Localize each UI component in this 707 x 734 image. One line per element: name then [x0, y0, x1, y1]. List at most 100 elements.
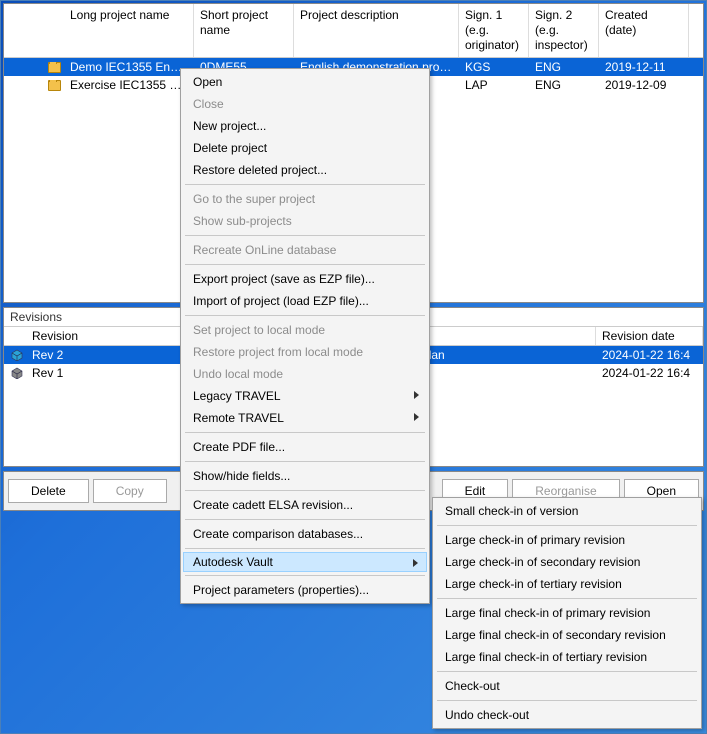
menu-item[interactable]: Import of project (load EZP file)... — [183, 290, 427, 312]
delete-button[interactable]: Delete — [8, 479, 89, 503]
folder-icon — [44, 80, 64, 91]
col-sign1[interactable]: Sign. 1 (e.g. originator) — [459, 4, 529, 57]
menu-item[interactable]: Autodesk Vault — [183, 552, 427, 572]
menu-item[interactable]: Create cadett ELSA revision... — [183, 494, 427, 516]
cell-sign2: ENG — [529, 60, 599, 74]
cell-created: 2019-12-09 — [599, 78, 689, 92]
folder-icon — [44, 62, 64, 73]
menu-item-label: Import of project (load EZP file)... — [193, 294, 369, 308]
menu-item[interactable]: Export project (save as EZP file)... — [183, 268, 427, 290]
menu-item-label: Large final check-in of secondary revisi… — [445, 628, 666, 642]
copy-button: Copy — [93, 479, 167, 503]
menu-separator — [185, 315, 425, 316]
menu-item-label: Recreate OnLine database — [193, 243, 336, 257]
menu-item-label: Show sub-projects — [193, 214, 292, 228]
menu-item-label: Legacy TRAVEL — [193, 389, 281, 403]
menu-item[interactable]: Large final check-in of tertiary revisio… — [435, 646, 699, 668]
package-icon — [8, 367, 26, 379]
cell-long-name: Demo IEC1355 English — [64, 60, 194, 74]
menu-item-label: Create comparison databases... — [193, 527, 363, 541]
menu-item-label: New project... — [193, 119, 266, 133]
menu-item[interactable]: Large check-in of primary revision — [435, 529, 699, 551]
menu-separator — [185, 264, 425, 265]
menu-separator — [185, 575, 425, 576]
menu-separator — [185, 432, 425, 433]
menu-item: Go to the super project — [183, 188, 427, 210]
menu-item[interactable]: Remote TRAVEL — [183, 407, 427, 429]
menu-separator — [185, 184, 425, 185]
cell-rev-date: 2024-01-22 16:4 — [596, 348, 703, 362]
menu-item-label: Large check-in of secondary revision — [445, 555, 640, 569]
menu-item[interactable]: Create comparison databases... — [183, 523, 427, 545]
menu-item-label: Delete project — [193, 141, 267, 155]
menu-item-label: Large final check-in of primary revision — [445, 606, 650, 620]
menu-separator — [185, 235, 425, 236]
cell-rev-date: 2024-01-22 16:4 — [596, 366, 703, 380]
menu-item: Show sub-projects — [183, 210, 427, 232]
menu-item-label: Check-out — [445, 679, 500, 693]
menu-item: Close — [183, 93, 427, 115]
cell-sign1: KGS — [459, 60, 529, 74]
cell-sign1: LAP — [459, 78, 529, 92]
menu-item[interactable]: Check-out — [435, 675, 699, 697]
menu-item-label: Open — [193, 75, 222, 89]
menu-item-label: Undo check-out — [445, 708, 529, 722]
menu-item-label: Autodesk Vault — [193, 555, 273, 569]
col-short-name[interactable]: Short project name — [194, 4, 294, 57]
menu-item-label: Large check-in of primary revision — [445, 533, 625, 547]
package-icon — [8, 349, 26, 361]
menu-item[interactable]: Delete project — [183, 137, 427, 159]
menu-separator — [185, 519, 425, 520]
menu-item-label: Set project to local mode — [193, 323, 325, 337]
menu-item-label: Create PDF file... — [193, 440, 285, 454]
menu-item: Set project to local mode — [183, 319, 427, 341]
menu-separator — [437, 671, 697, 672]
menu-item-label: Undo local mode — [193, 367, 283, 381]
col-created[interactable]: Created (date) — [599, 4, 689, 57]
col-rev-date[interactable]: Revision date — [596, 327, 703, 345]
menu-item-label: Large check-in of tertiary revision — [445, 577, 622, 591]
col-sign2[interactable]: Sign. 2 (e.g. inspector) — [529, 4, 599, 57]
menu-item[interactable]: New project... — [183, 115, 427, 137]
menu-separator — [437, 700, 697, 701]
menu-item[interactable]: Undo check-out — [435, 704, 699, 726]
menu-item[interactable]: Create PDF file... — [183, 436, 427, 458]
menu-item-label: Large final check-in of tertiary revisio… — [445, 650, 647, 664]
menu-item[interactable]: Large final check-in of secondary revisi… — [435, 624, 699, 646]
menu-item[interactable]: Restore deleted project... — [183, 159, 427, 181]
menu-separator — [185, 461, 425, 462]
menu-item[interactable]: Project parameters (properties)... — [183, 579, 427, 601]
cell-created: 2019-12-11 — [599, 60, 689, 74]
menu-item-label: Create cadett ELSA revision... — [193, 498, 353, 512]
col-description[interactable]: Project description — [294, 4, 459, 57]
project-context-menu[interactable]: Open Close New project... Delete project Res… — [180, 68, 430, 604]
menu-separator — [437, 525, 697, 526]
menu-item-label: Remote TRAVEL — [193, 411, 284, 425]
menu-item: Restore project from local mode — [183, 341, 427, 363]
menu-item[interactable]: Open — [183, 71, 427, 93]
menu-separator — [185, 490, 425, 491]
menu-item-label: Go to the super project — [193, 192, 315, 206]
menu-separator — [185, 548, 425, 549]
menu-item[interactable]: Small check-in of version — [435, 500, 699, 522]
menu-item-label: Export project (save as EZP file)... — [193, 272, 375, 286]
menu-item-label: Project parameters (properties)... — [193, 583, 369, 597]
col-long-name[interactable]: Long project name — [64, 4, 194, 57]
autodesk-vault-submenu[interactable]: Small check-in of version Large check-in … — [432, 497, 702, 729]
submenu-arrow-icon — [414, 413, 419, 421]
menu-item: Recreate OnLine database — [183, 239, 427, 261]
menu-item[interactable]: Large final check-in of primary revision — [435, 602, 699, 624]
menu-item-label: Restore deleted project... — [193, 163, 327, 177]
submenu-arrow-icon — [414, 391, 419, 399]
submenu-arrow-icon — [413, 559, 418, 567]
cell-long-name: Exercise IEC1355 English — [64, 78, 194, 92]
menu-item[interactable]: Large check-in of secondary revision — [435, 551, 699, 573]
projects-header-row: Long project name Short project name Pro… — [4, 4, 703, 58]
menu-item-label: Restore project from local mode — [193, 345, 363, 359]
menu-item-label: Small check-in of version — [445, 504, 578, 518]
menu-item-label: Show/hide fields... — [193, 469, 290, 483]
menu-item[interactable]: Show/hide fields... — [183, 465, 427, 487]
menu-item-label: Close — [193, 97, 224, 111]
menu-item[interactable]: Legacy TRAVEL — [183, 385, 427, 407]
menu-item[interactable]: Large check-in of tertiary revision — [435, 573, 699, 595]
